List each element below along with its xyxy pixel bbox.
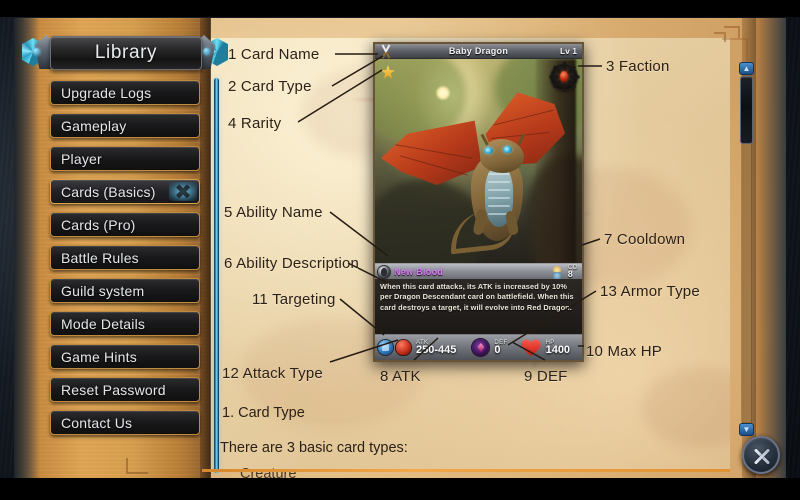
annotation-label-a13: 13 Armor Type — [600, 283, 700, 300]
sidebar-item-mode-details[interactable]: Mode Details — [50, 311, 200, 336]
sidebar-edge — [200, 18, 211, 480]
annotation-label-a1: 1 Card Name — [228, 46, 320, 63]
annotation-label-a3: 3 Faction — [606, 58, 670, 75]
card-stats-bar: ATK 250-445 DEF 0 HP 1400 — [375, 334, 582, 360]
annotation-label-a5: 5 Ability Name — [224, 204, 323, 221]
scroll-down-button[interactable]: ▼ — [739, 423, 754, 436]
page-title: Library — [50, 36, 202, 70]
page-title-text: Library — [94, 42, 158, 63]
sidebar-item-label: Game Hints — [61, 348, 137, 365]
annotation-label-a4: 4 Rarity — [228, 115, 282, 132]
library-title-bar: Library — [22, 35, 228, 74]
game-window: Library Upgrade Logs Gameplay Player Cards … — [0, 0, 800, 500]
sidebar-item-label: Player — [61, 150, 102, 167]
sidebar-item-game-hints[interactable]: Game Hints — [50, 344, 200, 369]
card-name: Baby Dragon — [448, 46, 509, 56]
sidebar-item-contact-us[interactable]: Contact Us — [50, 410, 200, 435]
annotation-label-a10: 10 Max HP — [586, 343, 662, 360]
cooldown-block: CD 8 — [568, 264, 578, 279]
card-artwork — [375, 59, 582, 263]
sidebar-item-guild-system[interactable]: Guild system — [50, 278, 200, 303]
sidebar-item-label: Gameplay — [61, 117, 127, 134]
sidebar-item-upgrade-logs[interactable]: Upgrade Logs — [50, 80, 200, 105]
heart-icon — [522, 339, 541, 356]
sidebar-item-label: Contact Us — [61, 414, 133, 431]
right-frame — [756, 18, 786, 480]
sidebar-item-label: Upgrade Logs — [61, 84, 152, 101]
close-button[interactable] — [742, 436, 780, 474]
annotation-label-a9: 9 DEF — [524, 368, 568, 385]
sidebar-item-label: Guild system — [61, 282, 145, 299]
annotation-label-a11: 11 Targeting — [252, 291, 336, 308]
hp-value: 1400 — [545, 343, 571, 356]
letterbox-bottom — [0, 478, 800, 500]
scroll-up-button[interactable]: ▲ — [739, 62, 754, 75]
chevron-down-icon: ▼ — [742, 424, 751, 434]
sidebar-item-player[interactable]: Player — [50, 146, 200, 171]
dragon-eye — [503, 146, 512, 153]
targeting-icon — [378, 340, 393, 355]
corner-filigree — [126, 458, 148, 474]
paper-stain — [642, 368, 730, 448]
ability-name: New Blood — [394, 266, 444, 277]
hp-stat: HP 1400 — [546, 340, 570, 356]
sidebar-item-label: Cards (Pro) — [61, 216, 136, 233]
crossed-swords-icon — [379, 44, 395, 59]
content-paragraph: There are 3 basic card types: — [220, 440, 408, 456]
ability-header: New Blood CD 8 — [375, 263, 582, 279]
sidebar-item-reset-password[interactable]: Reset Password — [50, 377, 200, 402]
corner-filigree — [724, 26, 740, 38]
page-bottom-rule — [202, 469, 730, 472]
letterbox-top — [0, 0, 800, 17]
card-preview[interactable]: Baby Dragon Lv 1 New Blood CD 8 When thi… — [373, 42, 584, 362]
chevron-up-icon: ▲ — [742, 63, 751, 73]
left-shadow — [14, 18, 40, 480]
dragon-eye — [484, 147, 493, 154]
content-heading: 1. Card Type — [222, 405, 305, 421]
sidebar-item-label: Cards (Basics) — [61, 183, 156, 200]
annotation-label-a7: 7 Cooldown — [604, 231, 686, 248]
sidebar-item-gameplay[interactable]: Gameplay — [50, 113, 200, 138]
annotation-label-a2: 2 Card Type — [228, 78, 312, 95]
sidebar-divider-rod — [214, 78, 219, 473]
card-header: Baby Dragon Lv 1 — [375, 44, 582, 59]
card-level: Lv 1 — [559, 46, 577, 56]
sidebar-item-cards-basics[interactable]: Cards (Basics) ✖ — [50, 179, 200, 204]
faction-emblem-icon — [549, 62, 579, 92]
cooldown-icon-secondary — [553, 272, 561, 279]
attack-type-icon — [396, 340, 411, 355]
armor-type-icon — [472, 339, 490, 356]
sidebar-item-label: Mode Details — [61, 315, 146, 332]
atk-value: 250-445 — [416, 343, 457, 356]
atk-stat: ATK 250-445 — [416, 340, 456, 356]
annotation-label-a12: 12 Attack Type — [222, 365, 323, 382]
ability-icon — [378, 265, 390, 278]
sidebar-item-label: Reset Password — [61, 381, 166, 398]
annotation-label-a8: 8 ATK — [380, 368, 421, 385]
ability-description: When this card attacks, its ATK is incre… — [375, 279, 582, 334]
sidebar-item-cards-pro[interactable]: Cards (Pro) — [50, 212, 200, 237]
page-scrollbar[interactable]: ▲ ▼ — [739, 62, 754, 436]
annotation-label-a6: 6 Ability Description — [224, 255, 360, 272]
def-stat: DEF 0 — [494, 340, 507, 356]
sidebar-item-label: Battle Rules — [61, 249, 139, 266]
sidebar-item-battle-rules[interactable]: Battle Rules — [50, 245, 200, 270]
sidebar-menu: Upgrade Logs Gameplay Player Cards (Basics)… — [50, 80, 200, 443]
selection-marker-icon: ✖ — [174, 181, 192, 204]
scrollbar-thumb[interactable] — [740, 76, 753, 144]
